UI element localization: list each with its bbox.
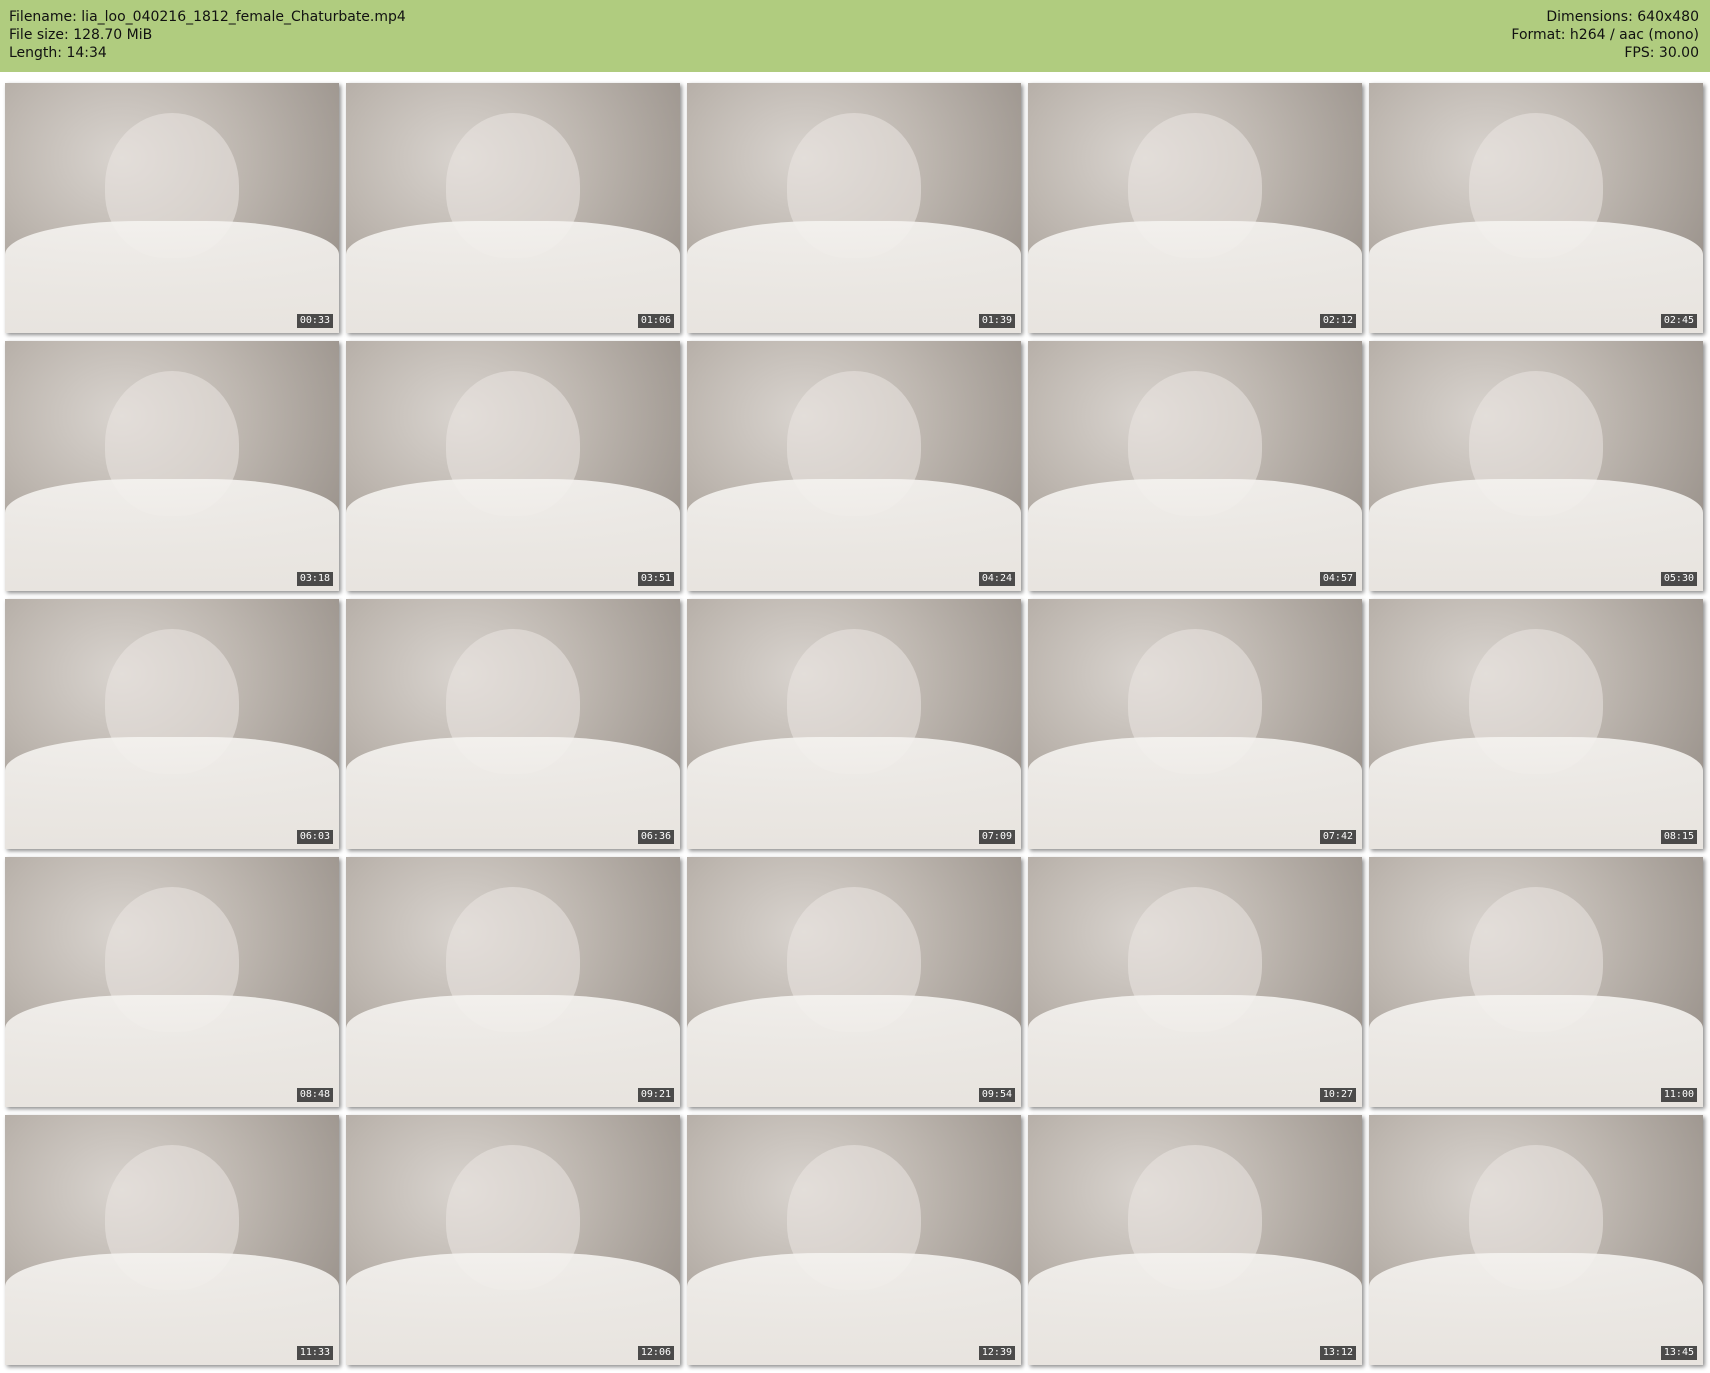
timestamp-label: 07:42 (1319, 830, 1356, 844)
timestamp-label: 07:09 (978, 830, 1015, 844)
timestamp-label: 02:45 (1660, 314, 1697, 328)
filesize-label: File size: 128.70 MiB (9, 27, 153, 43)
video-frame-thumbnail: 13:12 (1028, 1115, 1362, 1365)
timestamp-label: 02:12 (1319, 314, 1356, 328)
timestamp-label: 00:33 (296, 314, 333, 328)
frame-image-placeholder (346, 1252, 680, 1365)
video-frame-thumbnail: 11:33 (5, 1115, 339, 1365)
frame-image-placeholder (5, 994, 339, 1107)
timestamp-label: 08:48 (296, 1088, 333, 1102)
frame-image-placeholder (5, 478, 339, 591)
video-frame-thumbnail: 05:30 (1369, 341, 1703, 591)
video-frame-thumbnail: 04:57 (1028, 341, 1362, 591)
frame-image-placeholder (346, 220, 680, 333)
thumbnail-grid: 00:33 01:06 01:39 02:12 02:45 03:18 03:51 04:24… (5, 83, 1705, 1367)
timestamp-label: 03:51 (637, 572, 674, 586)
timestamp-label: 11:33 (296, 1346, 333, 1360)
frame-image-placeholder (1369, 1252, 1703, 1365)
stream-info: Dimensions: 640x480 Format: h264 / aac (… (1511, 8, 1699, 62)
format-label: Format: h264 / aac (mono) (1511, 27, 1699, 43)
timestamp-label: 03:18 (296, 572, 333, 586)
video-frame-thumbnail: 08:15 (1369, 599, 1703, 849)
timestamp-label: 13:12 (1319, 1346, 1356, 1360)
timestamp-label: 09:21 (637, 1088, 674, 1102)
video-frame-thumbnail: 01:39 (687, 83, 1021, 333)
timestamp-label: 06:03 (296, 830, 333, 844)
timestamp-label: 05:30 (1660, 572, 1697, 586)
timestamp-label: 12:39 (978, 1346, 1015, 1360)
frame-image-placeholder (687, 478, 1021, 591)
video-frame-thumbnail: 06:03 (5, 599, 339, 849)
video-frame-thumbnail: 03:18 (5, 341, 339, 591)
timestamp-label: 09:54 (978, 1088, 1015, 1102)
timestamp-label: 01:39 (978, 314, 1015, 328)
file-info: Filename: lia_loo_040216_1812_female_Cha… (9, 8, 406, 62)
video-frame-thumbnail: 12:06 (346, 1115, 680, 1365)
timestamp-label: 08:15 (1660, 830, 1697, 844)
video-frame-thumbnail: 09:21 (346, 857, 680, 1107)
frame-image-placeholder (1028, 1252, 1362, 1365)
timestamp-label: 01:06 (637, 314, 674, 328)
timestamp-label: 10:27 (1319, 1088, 1356, 1102)
frame-image-placeholder (346, 736, 680, 849)
video-frame-thumbnail: 10:27 (1028, 857, 1362, 1107)
dimensions-label: Dimensions: 640x480 (1546, 9, 1699, 25)
length-label: Length: 14:34 (9, 45, 107, 61)
video-frame-thumbnail: 11:00 (1369, 857, 1703, 1107)
timestamp-label: 06:36 (637, 830, 674, 844)
frame-image-placeholder (5, 736, 339, 849)
frame-image-placeholder (1369, 478, 1703, 591)
frame-image-placeholder (1369, 736, 1703, 849)
video-frame-thumbnail: 02:12 (1028, 83, 1362, 333)
timestamp-label: 11:00 (1660, 1088, 1697, 1102)
timestamp-label: 04:57 (1319, 572, 1356, 586)
info-header: Filename: lia_loo_040216_1812_female_Cha… (0, 0, 1710, 72)
frame-image-placeholder (1028, 736, 1362, 849)
timestamp-label: 13:45 (1660, 1346, 1697, 1360)
video-frame-thumbnail: 03:51 (346, 341, 680, 591)
frame-image-placeholder (5, 1252, 339, 1365)
video-frame-thumbnail: 08:48 (5, 857, 339, 1107)
video-frame-thumbnail: 06:36 (346, 599, 680, 849)
frame-image-placeholder (1028, 220, 1362, 333)
frame-image-placeholder (1028, 478, 1362, 591)
frame-image-placeholder (1369, 994, 1703, 1107)
video-frame-thumbnail: 04:24 (687, 341, 1021, 591)
frame-image-placeholder (687, 736, 1021, 849)
timestamp-label: 04:24 (978, 572, 1015, 586)
fps-label: FPS: 30.00 (1624, 45, 1699, 61)
frame-image-placeholder (346, 994, 680, 1107)
frame-image-placeholder (1369, 220, 1703, 333)
video-frame-thumbnail: 01:06 (346, 83, 680, 333)
frame-image-placeholder (5, 220, 339, 333)
filename-label: Filename: lia_loo_040216_1812_female_Cha… (9, 9, 406, 25)
video-frame-thumbnail: 02:45 (1369, 83, 1703, 333)
video-frame-thumbnail: 07:42 (1028, 599, 1362, 849)
timestamp-label: 12:06 (637, 1346, 674, 1360)
video-frame-thumbnail: 13:45 (1369, 1115, 1703, 1365)
video-frame-thumbnail: 07:09 (687, 599, 1021, 849)
video-frame-thumbnail: 09:54 (687, 857, 1021, 1107)
frame-image-placeholder (1028, 994, 1362, 1107)
frame-image-placeholder (346, 478, 680, 591)
video-frame-thumbnail: 12:39 (687, 1115, 1021, 1365)
frame-image-placeholder (687, 994, 1021, 1107)
frame-image-placeholder (687, 220, 1021, 333)
video-frame-thumbnail: 00:33 (5, 83, 339, 333)
frame-image-placeholder (687, 1252, 1021, 1365)
